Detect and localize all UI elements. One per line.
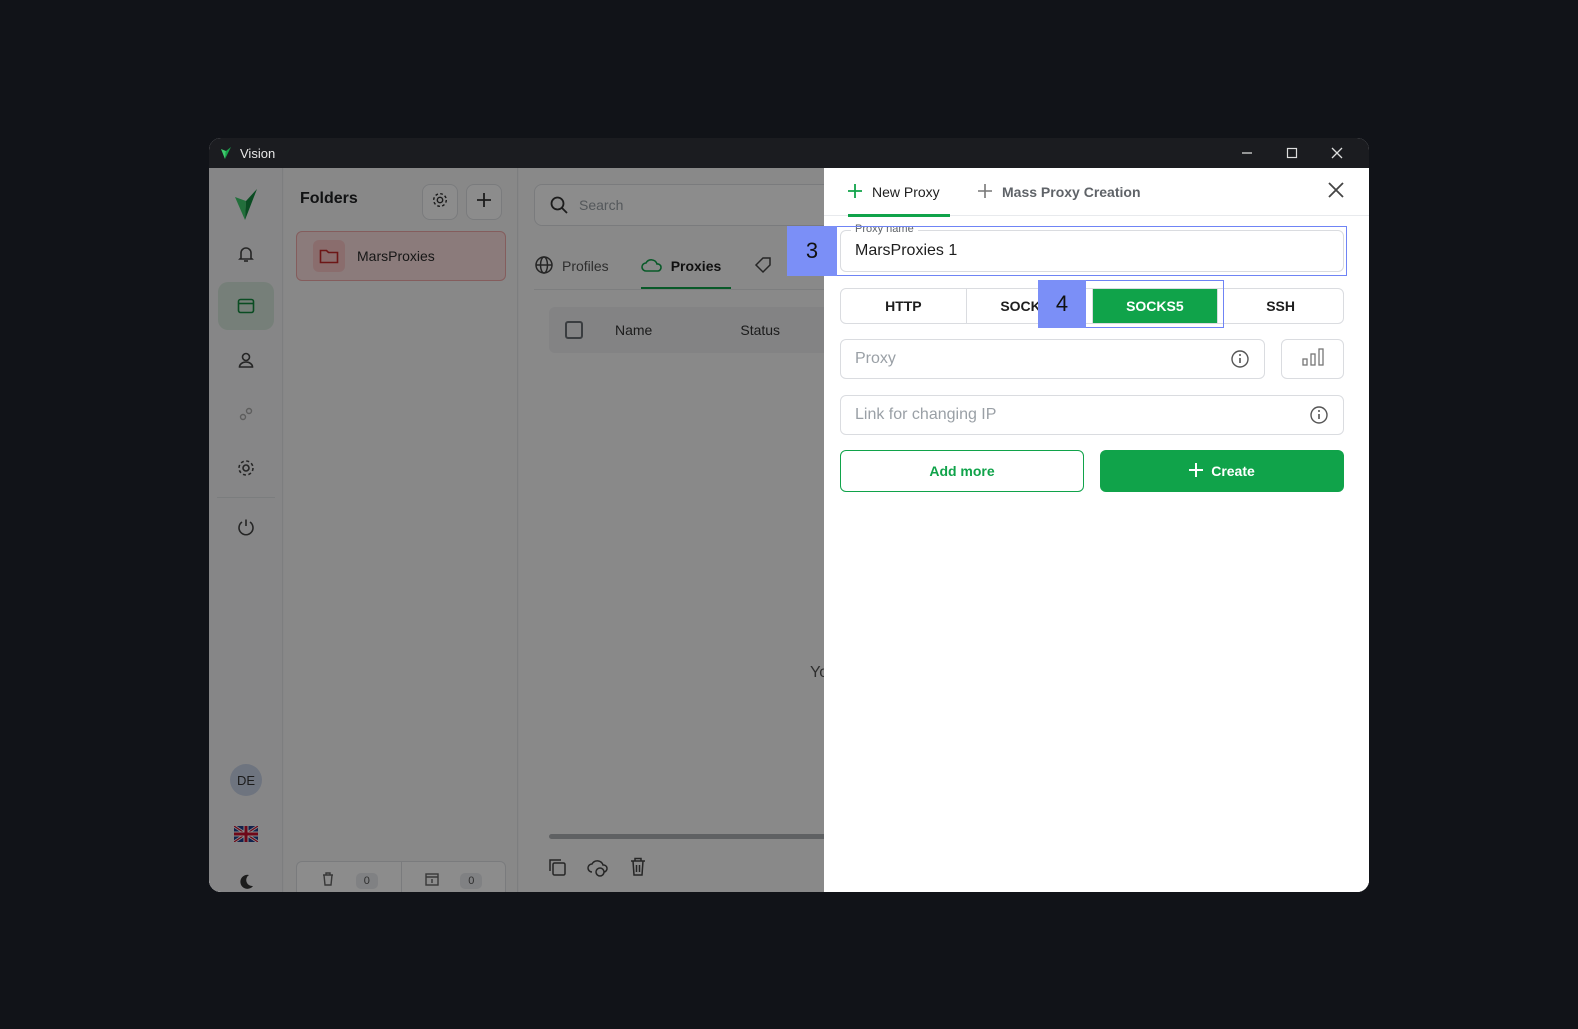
window-title: Vision — [240, 145, 276, 161]
tab-mass-proxy-label: Mass Proxy Creation — [1002, 184, 1141, 200]
annotation-marker-4: 4 — [1038, 280, 1086, 328]
modal-backdrop[interactable] — [209, 168, 824, 892]
annotation-box-3 — [787, 226, 1347, 276]
title-bar: Vision — [209, 138, 1369, 168]
close-window-button[interactable] — [1314, 138, 1360, 168]
proxy-input[interactable]: Proxy — [840, 339, 1265, 379]
tab-mass-proxy-creation[interactable]: Mass Proxy Creation — [978, 168, 1141, 216]
maximize-button[interactable] — [1269, 138, 1315, 168]
signal-bars-icon — [1301, 347, 1325, 371]
info-icon[interactable] — [1230, 349, 1250, 369]
check-proxy-button[interactable] — [1281, 339, 1344, 379]
change-ip-placeholder: Link for changing IP — [855, 406, 997, 423]
annotation-marker-3: 3 — [787, 226, 837, 276]
new-proxy-panel: New Proxy Mass Proxy Creation Proxy name… — [824, 168, 1369, 892]
type-ssh-button[interactable]: SSH — [1217, 289, 1343, 323]
create-label: Create — [1211, 463, 1255, 479]
panel-tabs: New Proxy Mass Proxy Creation — [824, 168, 1369, 217]
plus-icon — [1189, 462, 1204, 480]
minimize-button[interactable] — [1224, 138, 1270, 168]
change-ip-link-input[interactable]: Link for changing IP — [840, 395, 1344, 435]
app-window: Vision DE Folders MarsProxies 0 0 Search… — [209, 138, 1369, 892]
plus-icon — [848, 183, 862, 201]
close-panel-button[interactable] — [1324, 180, 1348, 204]
type-http-button[interactable]: HTTP — [841, 289, 966, 323]
app-body: DE Folders MarsProxies 0 0 Search Profil… — [209, 168, 1369, 892]
tab-new-proxy[interactable]: New Proxy — [848, 168, 950, 217]
close-icon — [1328, 181, 1344, 203]
proxy-placeholder: Proxy — [855, 350, 896, 367]
vision-logo-icon — [219, 146, 233, 160]
plus-icon — [978, 183, 992, 201]
add-more-button[interactable]: Add more — [840, 450, 1084, 492]
info-icon[interactable] — [1309, 405, 1329, 425]
tab-new-proxy-label: New Proxy — [872, 184, 940, 200]
create-button[interactable]: Create — [1100, 450, 1344, 492]
